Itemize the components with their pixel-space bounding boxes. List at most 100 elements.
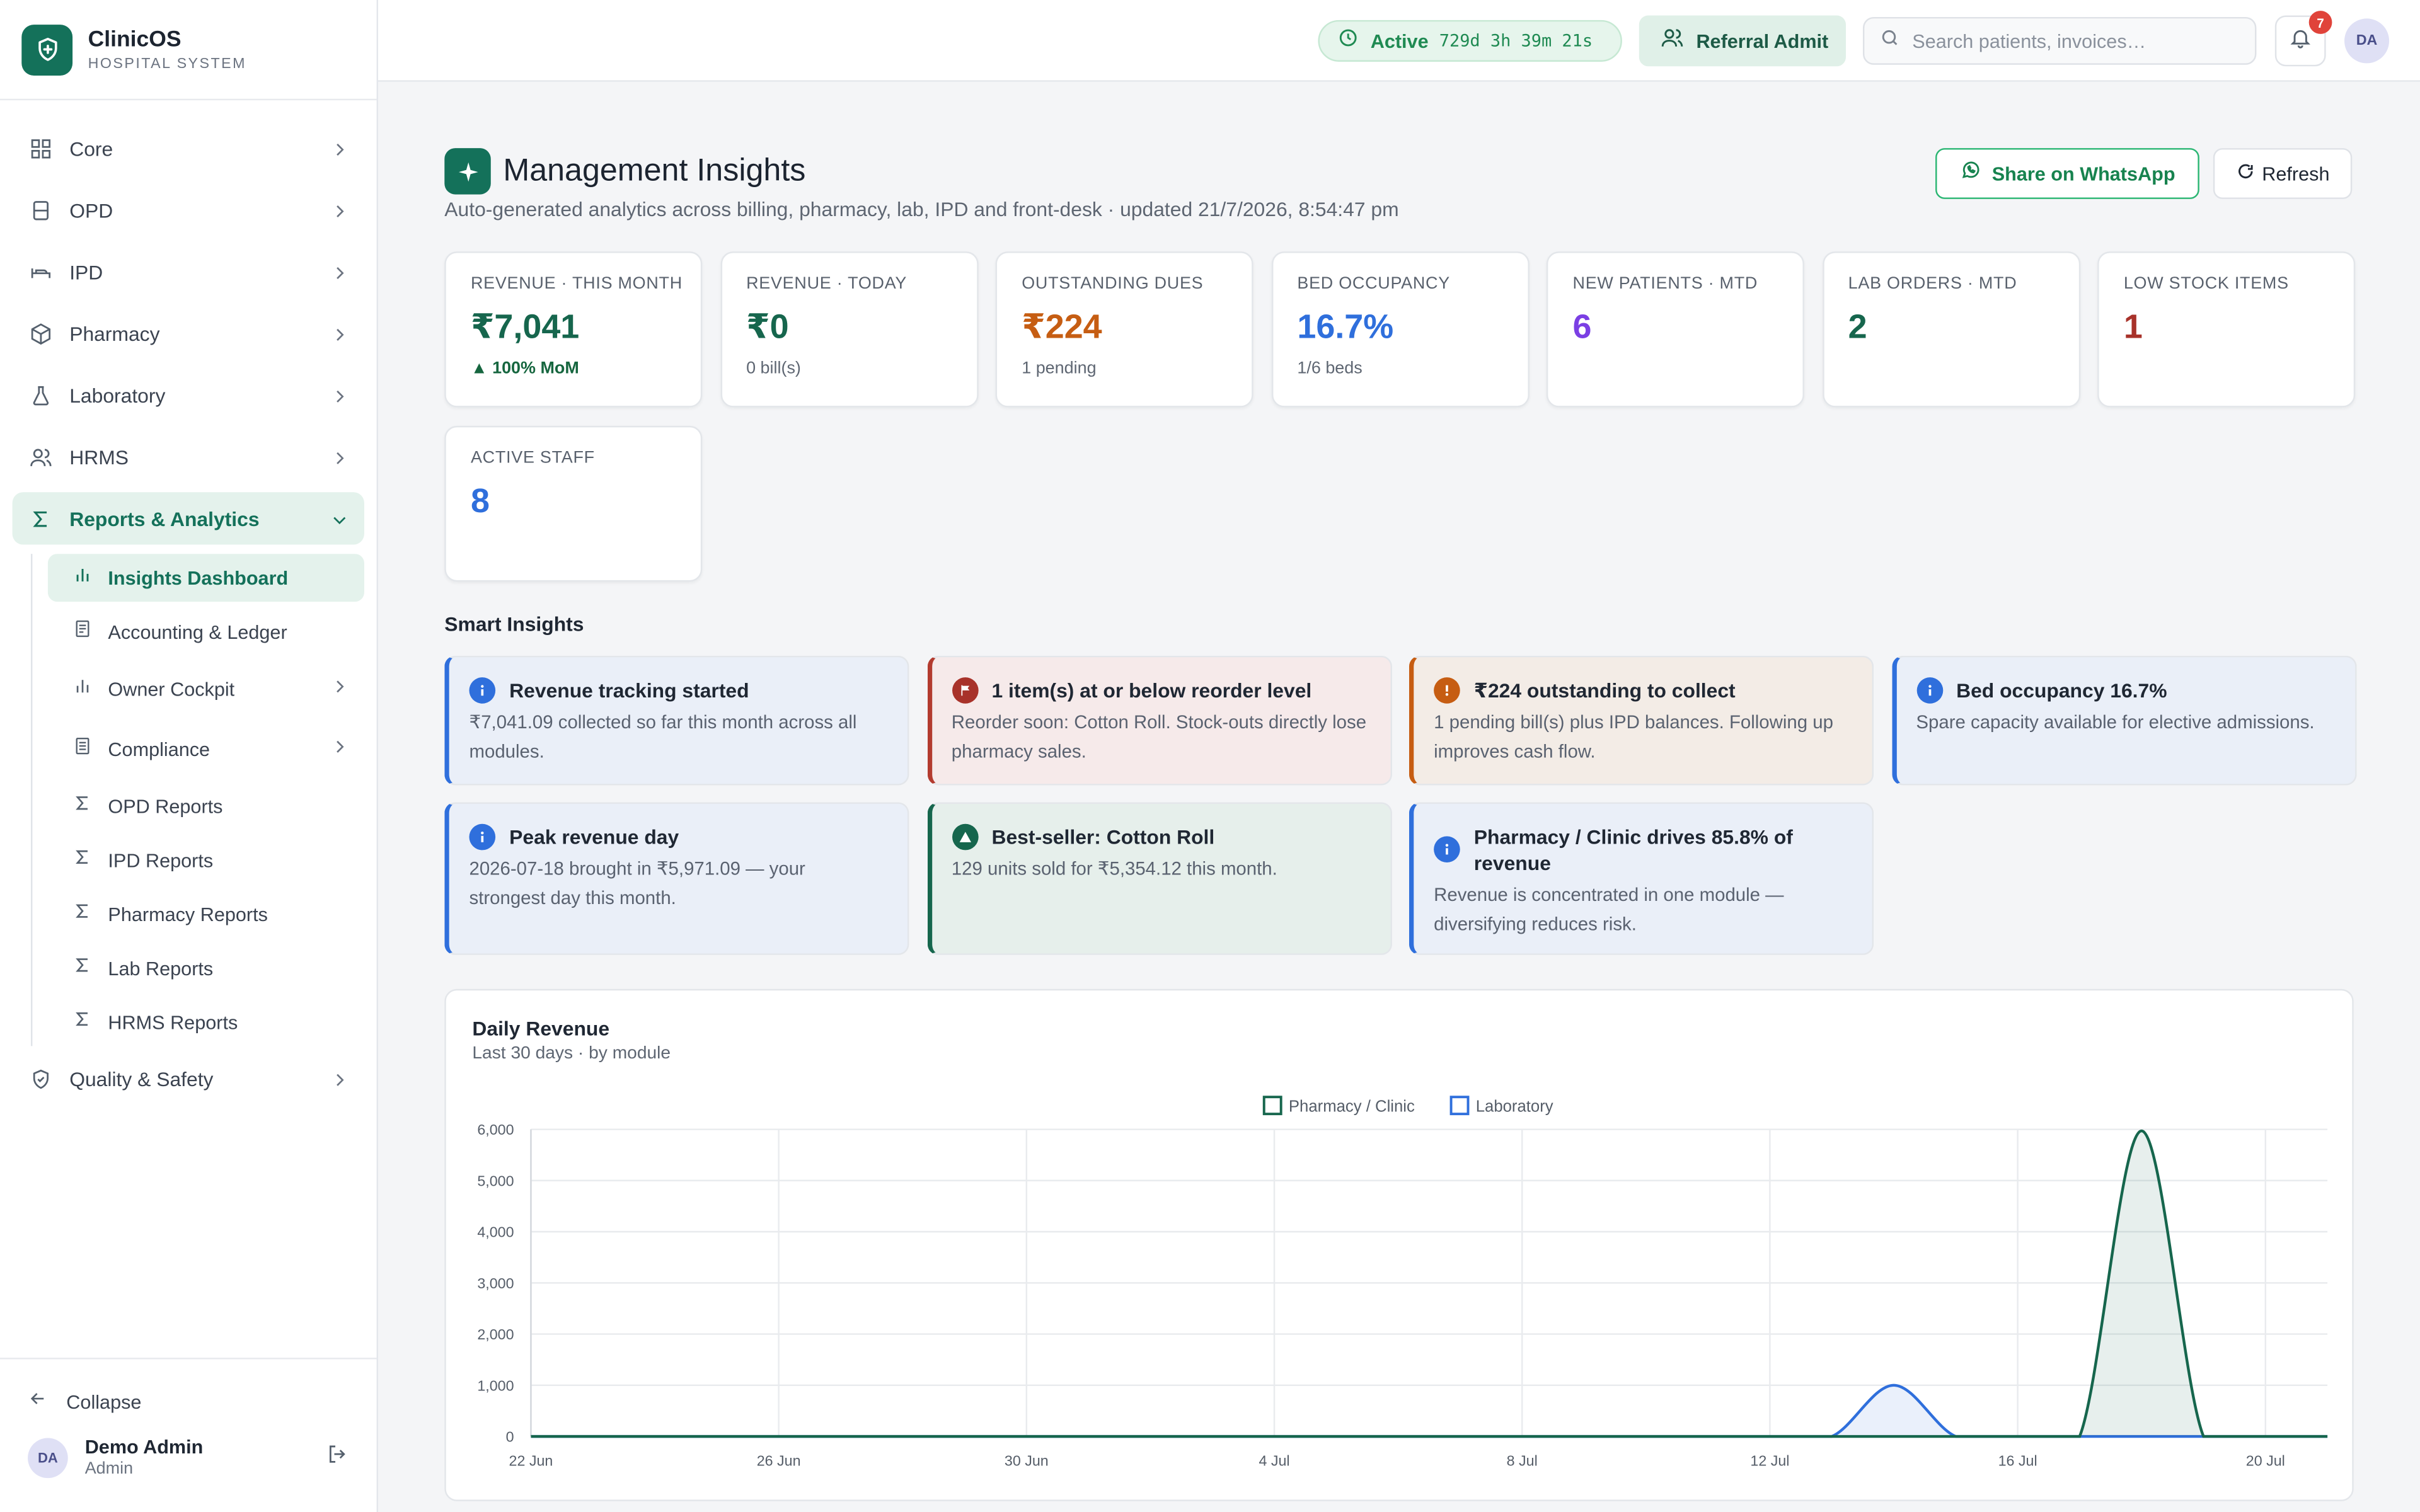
x-tick-label: 16 Jul — [1998, 1453, 2037, 1469]
chevron-right-icon — [330, 735, 349, 763]
avatar[interactable]: DA — [28, 1437, 68, 1477]
chevron-down-icon — [330, 509, 349, 527]
info-icon — [469, 823, 496, 850]
brand: ClinicOS HOSPITAL SYSTEM — [0, 0, 377, 101]
insight-title: 1 item(s) at or below reorder level — [991, 679, 1312, 702]
refresh-label: Refresh — [2262, 163, 2330, 185]
uptime-counter: 729d 3h 39m 21s — [1439, 30, 1593, 51]
subnav-accounting-ledger[interactable]: Accounting & Ledger — [48, 608, 364, 656]
legend-label: Laboratory — [1476, 1098, 1553, 1116]
insight-card: Bed occupancy 16.7% Spare capacity avail… — [1891, 655, 2356, 786]
topbar: Active 729d 3h 39m 21s Referral Admit 7 … — [378, 0, 2420, 82]
y-tick-label: 5,000 — [477, 1172, 514, 1189]
bar-chart-icon — [72, 564, 93, 592]
subnav-opd-reports[interactable]: OPD Reports — [48, 782, 364, 830]
kpi-active-staff: Active Staff 8 — [444, 425, 703, 582]
insight-description: Reorder soon: Cotton Roll. Stock-outs di… — [951, 711, 1367, 762]
sidebar-item-reports[interactable]: Reports & Analytics — [12, 492, 364, 545]
kpi-trend: ▲ 100% MoM — [470, 359, 579, 379]
refresh-icon — [2236, 159, 2254, 187]
subnav-insights-dashboard[interactable]: Insights Dashboard — [47, 554, 364, 602]
kpi-bed-occupancy: Bed Occupancy 16.7% 1/6 beds — [1270, 251, 1529, 408]
reports-submenu: Insights Dashboard Accounting & Ledger O… — [30, 554, 364, 1046]
bed-icon — [28, 259, 52, 284]
alert-icon — [1434, 677, 1460, 704]
kpi-value: ₹0 — [746, 307, 789, 346]
subnav-ipd-reports[interactable]: IPD Reports — [48, 836, 364, 884]
subnav-lab-reports[interactable]: Lab Reports — [48, 944, 364, 992]
referral-admit-label: Referral Admit — [1696, 30, 1829, 52]
insight-title: Bed occupancy 16.7% — [1956, 679, 2167, 702]
chevron-right-icon — [330, 675, 349, 702]
sidebar-item-label: Laboratory — [69, 383, 166, 407]
sidebar-item-hrms[interactable]: HRMS — [13, 430, 364, 483]
subnav-label: Lab Reports — [108, 957, 214, 979]
subnav-compliance[interactable]: Compliance — [48, 722, 364, 776]
kpi-value: 16.7% — [1297, 307, 1394, 346]
subnav-pharmacy-reports[interactable]: Pharmacy Reports — [48, 890, 364, 938]
notifications-button[interactable]: 7 — [2274, 11, 2332, 67]
kpi-label: Revenue · Today — [746, 274, 908, 294]
avatar[interactable]: DA — [2344, 18, 2390, 64]
search-icon — [1880, 27, 1900, 55]
user-profile: DA Demo Admin Admin — [0, 1436, 377, 1478]
daily-revenue-chart: 0 1,000 2,000 3,000 4,000 5,000 6,000 22 Jun 26 … — [477, 1096, 2328, 1469]
main-area: Active 729d 3h 39m 21s Referral Admit 7 … — [378, 0, 2420, 1512]
sidebar-item-opd[interactable]: OPD — [13, 183, 364, 236]
kpi-new-patients: New Patients · MTD 6 — [1546, 251, 1804, 408]
kpi-outstanding-dues: Outstanding Dues ₹224 1 pending — [995, 251, 1253, 408]
insight-title: Pharmacy / Clinic drives 85.8% of revenu… — [1473, 825, 1793, 875]
kpi-value: 8 — [470, 481, 490, 520]
sparkle-icon — [444, 148, 491, 195]
y-tick-label: 2,000 — [477, 1326, 514, 1343]
referral-admit-button[interactable]: Referral Admit — [1639, 15, 1847, 67]
insight-description: 1 pending bill(s) plus IPD balances. Fol… — [1434, 711, 1833, 762]
y-tick-label: 0 — [506, 1429, 514, 1445]
y-tick-label: 1,000 — [477, 1377, 514, 1394]
kpi-label: Outstanding Dues — [1022, 274, 1204, 294]
insight-description: Revenue is concentrated in one module — … — [1434, 884, 1784, 934]
brand-subtitle: HOSPITAL SYSTEM — [88, 54, 246, 72]
search-input[interactable] — [1912, 30, 2221, 52]
status-label: Active — [1370, 30, 1429, 52]
arrow-left-icon — [28, 1389, 48, 1416]
legend-label: Pharmacy / Clinic — [1289, 1098, 1415, 1116]
sidebar-item-quality-safety[interactable]: Quality & Safety — [13, 1052, 364, 1104]
x-tick-label: 8 Jul — [1507, 1453, 1538, 1469]
subnav-label: Pharmacy Reports — [108, 903, 268, 925]
share-whatsapp-button[interactable]: Share on WhatsApp — [1935, 148, 2199, 199]
subnav-hrms-reports[interactable]: HRMS Reports — [48, 999, 364, 1046]
kpi-label: Active Staff — [470, 449, 595, 468]
user-role: Admin — [84, 1459, 134, 1479]
kpi-value: ₹224 — [1022, 307, 1102, 346]
ledger-icon — [72, 618, 93, 646]
kpi-label: Lab Orders · MTD — [1848, 274, 2017, 294]
flask-icon — [28, 382, 52, 407]
y-tick-label: 6,000 — [477, 1121, 514, 1138]
sigma-report-icon — [72, 954, 93, 982]
smart-insights-title: Smart Insights — [444, 612, 584, 636]
kpi-sub: 0 bill(s) — [746, 359, 801, 379]
refresh-button[interactable]: Refresh — [2213, 148, 2353, 199]
sidebar-item-pharmacy[interactable]: Pharmacy — [13, 307, 364, 359]
kpi-revenue-month: Revenue · This Month ₹7,041 ▲ 100% MoM — [444, 251, 703, 408]
page-header: Management Insights — [444, 148, 805, 195]
page-subtitle: Auto-generated analytics across billing,… — [444, 197, 1399, 221]
sidebar-item-label: Core — [69, 136, 113, 160]
sidebar-item-ipd[interactable]: IPD — [13, 245, 364, 297]
kpi-value: 1 — [2123, 307, 2143, 346]
insight-card: Revenue tracking started ₹7,041.09 colle… — [444, 655, 909, 786]
sidebar-item-laboratory[interactable]: Laboratory — [13, 369, 364, 421]
collapse-button[interactable]: Collapse — [0, 1372, 377, 1433]
sidebar-item-label: Pharmacy — [69, 321, 160, 345]
kpi-label: Low Stock Items — [2123, 274, 2289, 294]
subnav-owner-cockpit[interactable]: Owner Cockpit — [48, 662, 364, 716]
kpi-label: New Patients · MTD — [1572, 274, 1758, 294]
sidebar-item-core[interactable]: Core — [13, 122, 364, 174]
daily-revenue-card: Daily Revenue Last 30 days · by module 0… — [444, 988, 2354, 1501]
search-box — [1862, 16, 2257, 65]
kpi-value: 2 — [1848, 307, 1867, 346]
logout-icon[interactable] — [326, 1442, 349, 1473]
kpi-sub: 1/6 beds — [1297, 359, 1363, 379]
insight-card: Best-seller: Cotton Roll 129 units sold … — [926, 802, 1392, 955]
